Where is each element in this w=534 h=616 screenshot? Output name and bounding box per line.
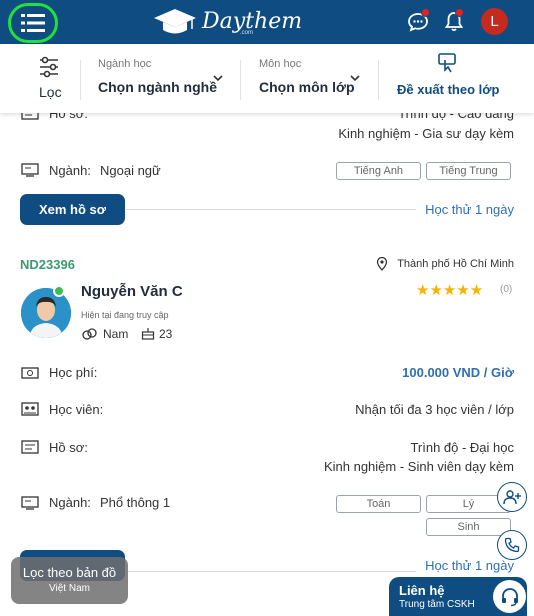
major-select-value: Chọn ngành nghề: [98, 79, 217, 95]
major-value: Ngoại ngữ: [100, 163, 161, 178]
profile-experience: Kinh nghiệm - Gia sư dạy kèm: [338, 126, 514, 141]
rating-stars: ★★★★★: [416, 282, 484, 299]
students-label: Học viên:: [49, 402, 104, 417]
trial-link[interactable]: Học thử 1 ngày: [425, 202, 514, 217]
add-user-icon: [503, 490, 521, 505]
bell-notification-dot: [455, 8, 464, 17]
menu-icon: [21, 14, 45, 32]
fee-label: Học phí:: [49, 365, 98, 380]
subject-tag: Tiếng Anh: [336, 162, 421, 180]
divider: [240, 60, 241, 100]
map-filter-button[interactable]: Lọc theo bản đồ Việt Nam: [11, 557, 128, 604]
tutor-code: ND23396: [20, 257, 75, 272]
map-filter-title: Lọc theo bản đồ: [22, 565, 117, 580]
subject-tag: Sinh: [426, 518, 511, 536]
profile-label: Hồ sơ:: [49, 440, 88, 455]
tutor-list: Hồ sơ: Trình độ - Cao đẳng Kinh nghiệm -…: [0, 113, 534, 616]
chevron-down-icon[interactable]: [350, 74, 360, 82]
online-status: Hiện tại đang truy cập: [81, 310, 169, 320]
students-icon: [21, 402, 39, 416]
add-user-button[interactable]: [497, 482, 527, 512]
major-select-label: Ngành học: [98, 58, 152, 70]
profile-label: Hồ sơ:: [49, 113, 88, 121]
tutor-photo[interactable]: [21, 288, 71, 338]
profile-level: Trình độ - Cao đẳng: [398, 113, 514, 121]
tutor-avatar-image: [21, 288, 71, 338]
subject-select-label: Môn học: [259, 58, 302, 70]
tutor-name[interactable]: Nguyễn Văn C: [81, 283, 183, 300]
gender-value: Nam: [103, 327, 129, 341]
map-filter-region: Việt Nam: [49, 583, 90, 594]
profile-level: Trình độ - Đại học: [410, 440, 514, 455]
profile-icon: [21, 440, 39, 454]
sliders-icon: [40, 56, 58, 78]
gender-icon: [82, 328, 97, 340]
divider: [378, 60, 379, 100]
menu-button[interactable]: [8, 3, 58, 43]
subject-select[interactable]: Môn học Chọn môn lớp: [259, 58, 355, 95]
contact-title: Liên hệ: [399, 583, 445, 598]
tutor-location: Thành phố Hồ Chí Minh: [397, 258, 514, 270]
user-avatar[interactable]: L: [481, 8, 508, 35]
divider: [126, 571, 416, 572]
profile-experience: Kinh nghiệm - Sinh viên dạy kèm: [323, 459, 514, 474]
contact-subtitle: Trung tâm CSKH: [399, 599, 475, 610]
major-label: Ngành:: [49, 163, 91, 178]
chat-notification-dot: [421, 8, 430, 17]
logo-domain: .com: [240, 30, 254, 36]
filter-label: Lọc: [39, 84, 62, 100]
computer-icon: [21, 496, 39, 510]
trial-link[interactable]: Học thử 1 ngày: [425, 558, 514, 573]
view-profile-button[interactable]: Xem hồ sơ: [20, 194, 125, 225]
filter-bar: Lọc Ngành học Chọn ngành nghề Môn học Ch…: [0, 44, 534, 113]
logo[interactable]: Daythem .com: [152, 6, 302, 38]
age-value: 23: [159, 327, 173, 341]
top-header: Daythem .com L: [0, 0, 534, 44]
major-select[interactable]: Ngành học Chọn ngành nghề: [98, 58, 217, 95]
divider: [126, 209, 416, 210]
money-icon: [21, 367, 39, 379]
divider: [80, 60, 81, 100]
students-value: Nhận tối đa 3 học viên / lớp: [355, 402, 514, 417]
profile-icon: [21, 113, 39, 120]
subject-tag: Toán: [336, 495, 421, 513]
major-value: Phổ thông 1: [100, 495, 171, 510]
call-button[interactable]: [497, 530, 527, 560]
chevron-down-icon[interactable]: [213, 74, 223, 82]
location-pin-icon: [376, 257, 388, 271]
headset-icon: [493, 580, 526, 613]
contact-support-button[interactable]: Liên hệ Trung tâm CSKH: [389, 577, 527, 616]
rating-count: (0): [500, 284, 513, 295]
subject-select-value: Chọn môn lớp: [259, 79, 355, 95]
computer-icon: [21, 163, 39, 177]
birthday-cake-icon: [141, 328, 155, 340]
major-label: Ngành:: [49, 495, 91, 510]
phone-icon: [504, 537, 520, 553]
subject-tag: Tiếng Trung: [426, 162, 511, 180]
hand-pointer-icon: [438, 53, 456, 73]
suggest-label: Đề xuất theo lớp: [397, 82, 500, 97]
graduation-cap-icon: [154, 9, 196, 34]
online-indicator: [53, 285, 65, 297]
fee-value: 100.000 VND / Giờ: [402, 365, 514, 380]
